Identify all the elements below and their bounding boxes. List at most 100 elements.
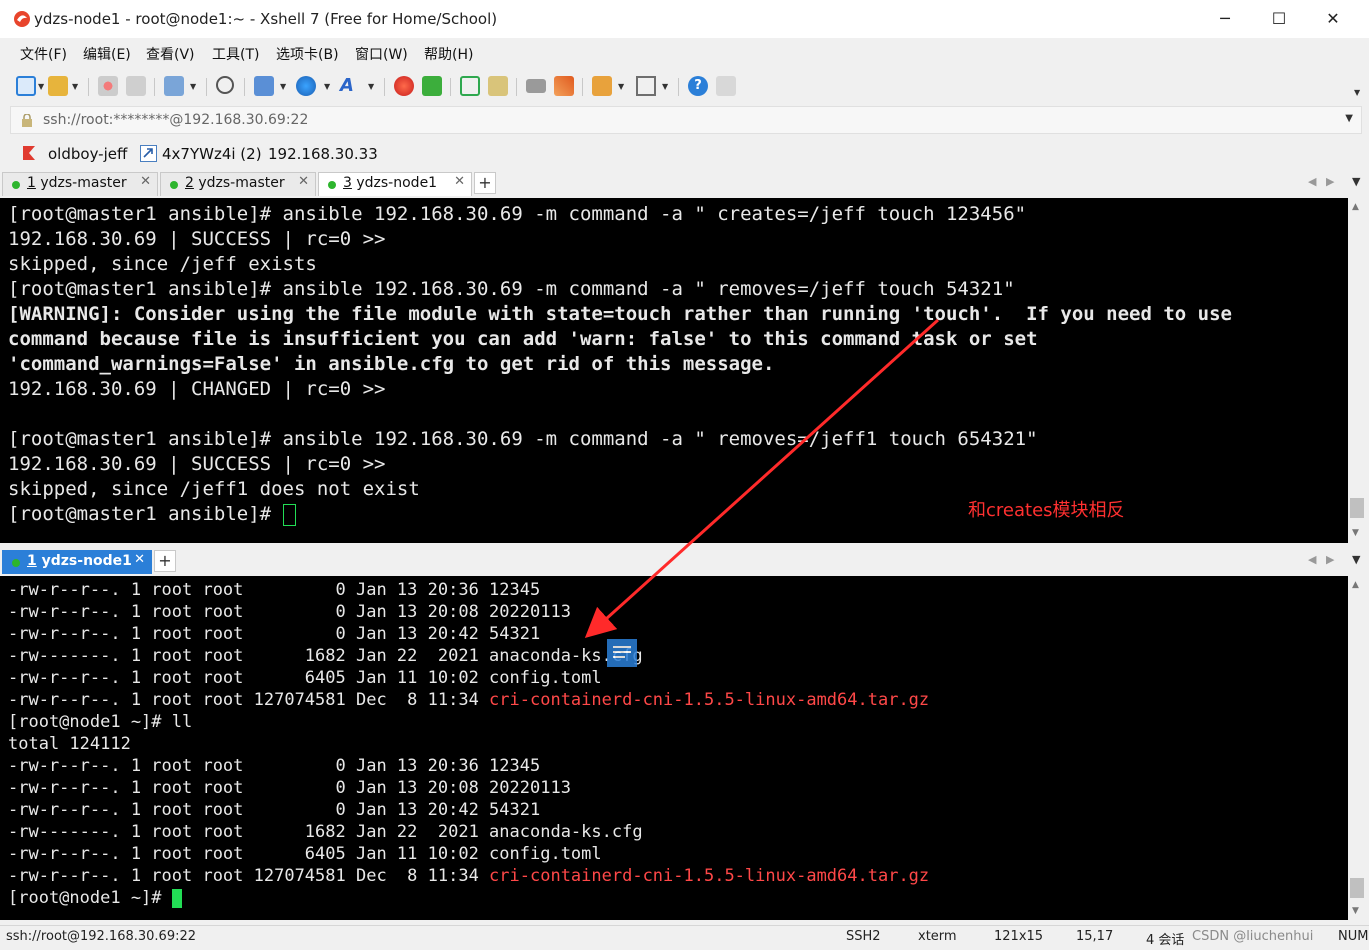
window-title: ydzs-node1 - root@node1:~ - Xshell 7 (Fr… <box>34 10 498 28</box>
terminal-cursor <box>171 888 182 908</box>
compose-icon[interactable] <box>592 76 612 96</box>
listing-row: -rw-r--r--. 1 root root 127074581 Dec 8 … <box>8 866 930 886</box>
tab-menu-icon[interactable]: ▼ <box>1352 175 1360 188</box>
warning-line: [WARNING]: Consider using the file modul… <box>8 303 1232 325</box>
terminal-prompt: [root@master1 ansible]# <box>8 503 296 526</box>
globe-icon[interactable] <box>296 76 316 96</box>
terminal-line: 192.168.30.69 | CHANGED | rc=0 >> <box>8 378 386 400</box>
menu-view[interactable]: 查看(V) <box>146 44 195 64</box>
layout-icon[interactable] <box>636 76 656 96</box>
toolbar: ▼ ▼ ▼ ▼ ▼ A ▼ ▼ ▼ ? ▼ <box>0 68 1369 106</box>
status-bar: ssh://root@192.168.30.69:22 SSH2 xterm 1… <box>0 925 1369 950</box>
status-size: 121x15 <box>994 929 1044 944</box>
address-dropdown-icon[interactable]: ▼ <box>1345 113 1353 124</box>
status-sessions: 4 会话 <box>1146 933 1185 948</box>
terminal-line: 192.168.30.69 | SUCCESS | rc=0 >> <box>8 228 386 250</box>
transfer-icon[interactable] <box>254 76 274 96</box>
listing-row: -rw-r--r--. 1 root root 127074581 Dec 8 … <box>8 690 930 710</box>
title-bar: ydzs-node1 - root@node1:~ - Xshell 7 (Fr… <box>0 0 1369 38</box>
top-tab-strip: 1 ydzs-master ✕ 2 ydzs-master ✕ 3 ydzs-n… <box>0 170 1369 196</box>
xftp-icon[interactable] <box>422 76 442 96</box>
bookmark-icon <box>23 146 35 160</box>
terminal-line: total 124112 <box>8 734 131 754</box>
listing-row: -rw-r--r--. 1 root root 0 Jan 13 20:36 1… <box>8 580 541 600</box>
bottom-tab-strip: 1 ydzs-node1 ✕ + ◀ ▶ ▼ <box>0 548 1369 574</box>
terminal-scrollbar[interactable]: ▲ ▼ <box>1348 198 1366 543</box>
tab-close-icon[interactable]: ✕ <box>140 174 151 189</box>
link-4x7YWz4i[interactable]: 4x7YWz4i (2) <box>162 145 262 163</box>
new-tab-button[interactable]: + <box>474 172 496 194</box>
app-icon <box>14 11 30 27</box>
tab-close-icon[interactable]: ✕ <box>134 552 145 567</box>
links-bar: oldboy-jeff 4x7YWz4i (2) 192.168.30.33 <box>0 140 1369 168</box>
tab-menu-icon[interactable]: ▼ <box>1352 553 1360 566</box>
tab-ydzs-node1-bottom[interactable]: 1 ydzs-node1 ✕ <box>2 550 152 574</box>
listing-row: -rw-r--r--. 1 root root 0 Jan 13 20:42 5… <box>8 624 541 644</box>
status-dot <box>328 181 336 189</box>
xshell-icon[interactable] <box>394 76 414 96</box>
notepad-icon <box>607 639 637 667</box>
listing-row: -rw-r--r--. 1 root root 0 Jan 13 20:08 2… <box>8 778 571 798</box>
terminal-master[interactable]: [root@master1 ansible]# ansible 192.168.… <box>0 198 1348 543</box>
close-button[interactable]: ✕ <box>1306 0 1360 38</box>
link-192-168-30-33[interactable]: 192.168.30.33 <box>268 145 378 163</box>
menu-bar: 文件(F) 编辑(E) 查看(V) 工具(T) 选项卡(B) 窗口(W) 帮助(… <box>0 38 1369 68</box>
terminal-scrollbar[interactable]: ▲ ▼ <box>1348 576 1366 920</box>
new-session-icon[interactable] <box>16 76 36 96</box>
status-cursor: 15,17 <box>1076 929 1114 944</box>
keyboard-icon[interactable] <box>526 79 546 93</box>
address-bar[interactable]: ssh://root:********@192.168.30.69:22 ▼ <box>10 106 1362 134</box>
status-address: ssh://root@192.168.30.69:22 <box>6 929 197 944</box>
minimize-button[interactable]: ─ <box>1198 0 1252 38</box>
annotation-text: 和creates模块相反 <box>968 500 1125 521</box>
tab-next-icon[interactable]: ▶ <box>1326 553 1334 566</box>
tab-prev-icon[interactable]: ◀ <box>1308 553 1316 566</box>
warning-line: 'command_warnings=False' in ansible.cfg … <box>8 353 775 375</box>
menu-window[interactable]: 窗口(W) <box>355 44 408 64</box>
menu-tabs[interactable]: 选项卡(B) <box>276 44 339 64</box>
menu-edit[interactable]: 编辑(E) <box>83 44 131 64</box>
listing-row: -rw-r--r--. 1 root root 6405 Jan 11 10:0… <box>8 668 602 688</box>
find-icon[interactable] <box>216 76 234 94</box>
link-oldboy-jeff[interactable]: oldboy-jeff <box>48 145 127 163</box>
new-tab-button[interactable]: + <box>154 550 176 572</box>
chat-icon[interactable] <box>716 76 736 96</box>
status-protocol: SSH2 <box>846 929 881 944</box>
listing-row: -rw-------. 1 root root 1682 Jan 22 2021… <box>8 646 643 666</box>
terminal-line: skipped, since /jeff exists <box>8 253 317 275</box>
tab-close-icon[interactable]: ✕ <box>454 174 465 189</box>
properties-icon[interactable] <box>164 76 184 96</box>
terminal-node1[interactable]: -rw-r--r--. 1 root root 0 Jan 13 20:36 1… <box>0 576 1348 920</box>
status-term: xterm <box>918 929 957 944</box>
address-input[interactable]: ssh://root:********@192.168.30.69:22 <box>43 112 308 128</box>
tab-ydzs-master-1[interactable]: 1 ydzs-master ✕ <box>2 172 158 196</box>
tab-ydzs-node1[interactable]: 3 ydzs-node1 ✕ <box>318 172 472 196</box>
menu-help[interactable]: 帮助(H) <box>424 44 473 64</box>
unlink-icon[interactable] <box>126 76 146 96</box>
status-dot <box>12 559 20 567</box>
terminal-line: [root@master1 ansible]# ansible 192.168.… <box>8 428 1038 450</box>
fullscreen-icon[interactable] <box>460 76 480 96</box>
listing-row: -rw-r--r--. 1 root root 0 Jan 13 20:08 2… <box>8 602 571 622</box>
watermark: CSDN @liuchenhui <box>1192 929 1314 944</box>
listing-row: -rw-r--r--. 1 root root 6405 Jan 11 10:0… <box>8 844 602 864</box>
font-icon[interactable]: A <box>340 76 360 96</box>
status-dot <box>170 181 178 189</box>
lock-icon <box>22 114 32 127</box>
link-icon[interactable] <box>98 76 118 96</box>
tab-next-icon[interactable]: ▶ <box>1326 175 1334 188</box>
tab-prev-icon[interactable]: ◀ <box>1308 175 1316 188</box>
script-icon[interactable] <box>554 76 574 96</box>
terminal-line: 192.168.30.69 | SUCCESS | rc=0 >> <box>8 453 386 475</box>
help-icon[interactable]: ? <box>688 76 708 96</box>
menu-file[interactable]: 文件(F) <box>20 44 67 64</box>
listing-row: -rw-r--r--. 1 root root 0 Jan 13 20:36 1… <box>8 756 541 776</box>
listing-row: -rw-------. 1 root root 1682 Jan 22 2021… <box>8 822 643 842</box>
lock-icon[interactable] <box>488 76 508 96</box>
tab-close-icon[interactable]: ✕ <box>298 174 309 189</box>
terminal-cursor <box>282 503 296 526</box>
menu-tools[interactable]: 工具(T) <box>212 44 259 64</box>
open-folder-icon[interactable] <box>48 76 68 96</box>
maximize-button[interactable]: ☐ <box>1252 0 1306 38</box>
tab-ydzs-master-2[interactable]: 2 ydzs-master ✕ <box>160 172 316 196</box>
